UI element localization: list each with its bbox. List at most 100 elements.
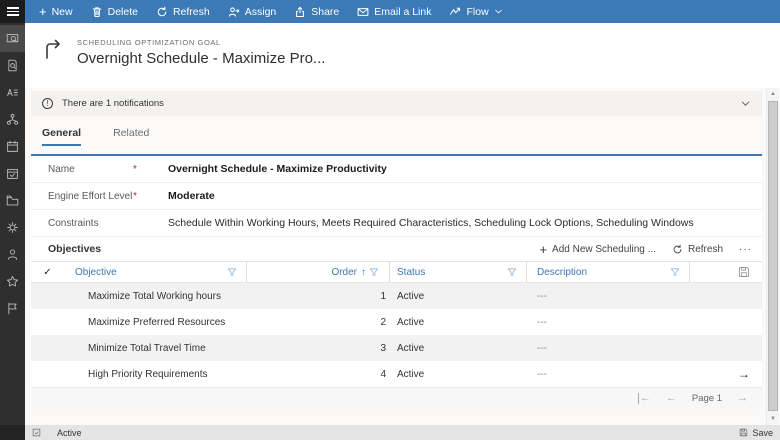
order-cell: 4 bbox=[380, 368, 386, 380]
required-marker: * bbox=[133, 163, 137, 175]
more-commands-button[interactable]: ··· bbox=[739, 244, 752, 255]
chevron-down-icon bbox=[494, 7, 503, 16]
description-cell: --- bbox=[537, 290, 547, 302]
hamburger-menu-button[interactable] bbox=[0, 0, 25, 23]
scrollbar-thumb[interactable] bbox=[768, 101, 778, 411]
sidebar-item-contacts[interactable] bbox=[0, 79, 25, 106]
hamburger-icon bbox=[6, 5, 19, 18]
plus-icon: + bbox=[39, 4, 47, 19]
assign-icon bbox=[228, 6, 240, 18]
sidebar-item-search-board[interactable] bbox=[0, 25, 25, 52]
delete-button-label: Delete bbox=[107, 5, 138, 18]
flow-button-label: Flow bbox=[466, 5, 489, 18]
flow-button[interactable]: Flow bbox=[440, 0, 511, 23]
scroll-up-icon[interactable]: ▲ bbox=[767, 91, 779, 97]
chevron-down-icon[interactable] bbox=[740, 98, 751, 109]
tab-general[interactable]: General bbox=[42, 127, 82, 146]
constraints-field-value[interactable]: Schedule Within Working Hours, Meets Req… bbox=[168, 217, 694, 229]
table-row[interactable]: High Priority Requirements 4 Active --- … bbox=[31, 361, 762, 387]
grid-header-row: ✓ Objective Order ↑ Status Description bbox=[31, 262, 762, 283]
status-cell: Active bbox=[397, 368, 425, 380]
main-panel: SCHEDULING OPTIMIZATION GOAL Overnight S… bbox=[25, 23, 780, 425]
notification-text: There are 1 notifications bbox=[62, 98, 164, 109]
sidebar-item-org-chart[interactable] bbox=[0, 106, 25, 133]
scroll-down-icon[interactable]: ▼ bbox=[767, 416, 779, 422]
sidebar-item-calendar-check[interactable] bbox=[0, 160, 25, 187]
email-a-link-button[interactable]: Email a Link bbox=[348, 0, 440, 23]
sidebar-item-favorites[interactable] bbox=[0, 268, 25, 295]
description-cell: --- bbox=[537, 342, 547, 354]
objective-cell[interactable]: Minimize Total Travel Time bbox=[64, 335, 247, 361]
first-page-button[interactable]: ← bbox=[637, 393, 651, 404]
description-cell: --- bbox=[537, 316, 547, 328]
gear-icon bbox=[6, 221, 19, 234]
add-new-scheduling-button[interactable]: + Add New Scheduling ... bbox=[539, 243, 656, 256]
horizontal-scroll-arrow-icon[interactable]: → bbox=[738, 367, 750, 381]
row-checkbox[interactable] bbox=[31, 309, 64, 335]
top-command-bar: + New Delete Refresh Assign Share Email … bbox=[0, 0, 780, 23]
row-checkbox[interactable] bbox=[31, 283, 64, 309]
required-marker: * bbox=[133, 190, 137, 202]
column-header-objective[interactable]: Objective bbox=[64, 262, 247, 282]
notification-bar[interactable]: ! There are 1 notifications bbox=[31, 91, 762, 116]
name-field-value[interactable]: Overnight Schedule - Maximize Productivi… bbox=[168, 163, 387, 175]
save-icon bbox=[739, 428, 748, 437]
objective-cell[interactable]: Maximize Preferred Resources bbox=[64, 309, 247, 335]
column-header-status[interactable]: Status bbox=[390, 262, 527, 282]
grid-refresh-button[interactable]: Refresh bbox=[672, 244, 723, 255]
objectives-toolbar: + Add New Scheduling ... Refresh ··· bbox=[539, 243, 752, 256]
new-button-label: New bbox=[51, 5, 73, 18]
refresh-button[interactable]: Refresh bbox=[147, 0, 219, 23]
column-label: Description bbox=[537, 266, 588, 278]
field-label: Constraints bbox=[48, 217, 99, 229]
share-button[interactable]: Share bbox=[285, 0, 348, 23]
previous-page-button[interactable]: ← bbox=[666, 393, 677, 404]
record-state-icon bbox=[32, 428, 41, 437]
assign-button-label: Assign bbox=[244, 5, 277, 18]
sidebar-item-document-search[interactable] bbox=[0, 52, 25, 79]
vertical-scrollbar[interactable]: ▲ ▼ bbox=[766, 88, 779, 425]
sidebar-item-folder[interactable] bbox=[0, 187, 25, 214]
status-bar: Active Save bbox=[0, 425, 780, 440]
order-cell: 2 bbox=[380, 316, 386, 328]
table-row[interactable]: Maximize Preferred Resources 2 Active --… bbox=[31, 309, 762, 335]
column-header-order[interactable]: Order ↑ bbox=[247, 262, 390, 282]
filter-funnel-icon[interactable] bbox=[670, 267, 680, 277]
flow-icon bbox=[449, 6, 461, 18]
sidebar-item-calendar[interactable] bbox=[0, 133, 25, 160]
save-layout-icon[interactable] bbox=[738, 266, 750, 278]
assign-button[interactable]: Assign bbox=[219, 0, 286, 23]
next-page-button[interactable]: → bbox=[737, 393, 748, 404]
plus-icon: + bbox=[539, 241, 548, 257]
sidebar-item-user[interactable] bbox=[0, 241, 25, 268]
trash-icon bbox=[91, 6, 103, 18]
new-button[interactable]: + New bbox=[30, 0, 82, 23]
filter-funnel-icon[interactable] bbox=[369, 267, 379, 277]
entity-type-label: SCHEDULING OPTIMIZATION GOAL bbox=[77, 38, 221, 47]
row-checkbox[interactable] bbox=[31, 335, 64, 361]
row-checkbox[interactable] bbox=[31, 361, 64, 387]
sidebar-item-settings[interactable] bbox=[0, 214, 25, 241]
objective-cell[interactable]: Maximize Total Working hours bbox=[64, 283, 247, 309]
tab-related[interactable]: Related bbox=[113, 127, 149, 146]
record-title: Overnight Schedule - Maximize Pro... bbox=[77, 50, 326, 67]
column-label: Order bbox=[331, 266, 357, 278]
save-button[interactable]: Save bbox=[739, 428, 773, 438]
table-row[interactable]: Minimize Total Travel Time 3 Active --- bbox=[31, 335, 762, 361]
sidebar-item-flag[interactable] bbox=[0, 295, 25, 322]
select-all-checkbox[interactable]: ✓ bbox=[31, 262, 64, 282]
left-nav-sidebar bbox=[0, 23, 25, 425]
status-bar-main: Active Save bbox=[25, 425, 780, 440]
column-header-description[interactable]: Description bbox=[527, 262, 690, 282]
email-icon bbox=[357, 6, 369, 18]
filter-funnel-icon[interactable] bbox=[507, 267, 517, 277]
engine-effort-level-field-value[interactable]: Moderate bbox=[168, 190, 215, 202]
delete-button[interactable]: Delete bbox=[82, 0, 147, 23]
filter-funnel-icon[interactable] bbox=[227, 267, 237, 277]
objective-cell[interactable]: High Priority Requirements bbox=[64, 361, 247, 387]
refresh-icon bbox=[156, 6, 168, 18]
status-cell: Active bbox=[397, 290, 425, 302]
folder-icon bbox=[6, 194, 19, 207]
table-row[interactable]: Maximize Total Working hours 1 Active --… bbox=[31, 283, 762, 309]
sort-ascending-icon: ↑ bbox=[361, 266, 366, 278]
